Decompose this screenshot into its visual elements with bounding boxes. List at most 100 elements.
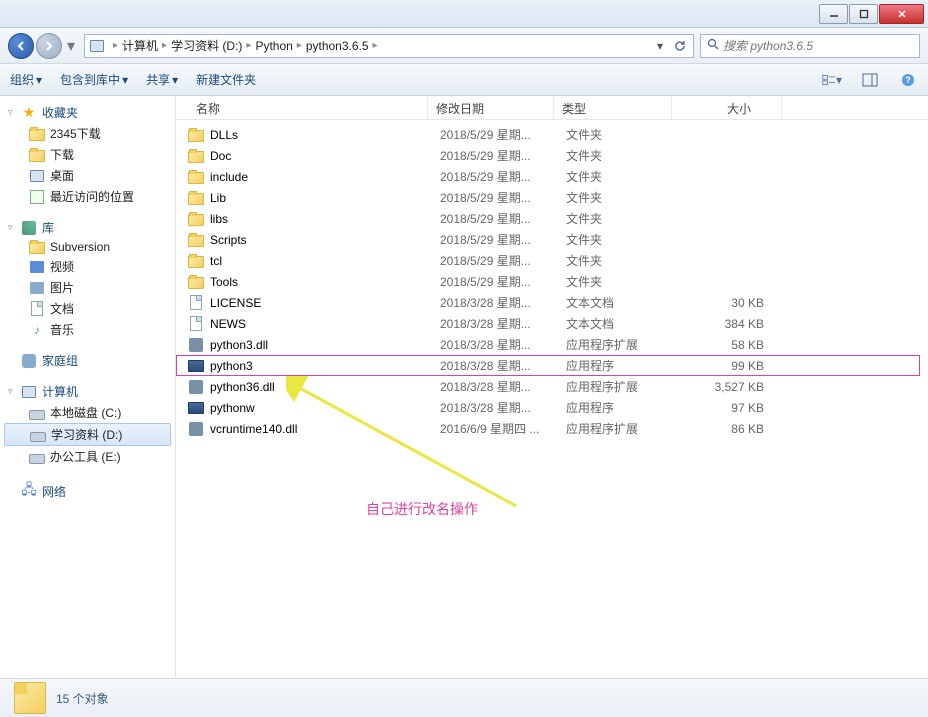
sidebar-item-desktop[interactable]: 桌面 [0, 165, 175, 186]
folder-icon [188, 148, 204, 164]
share-menu[interactable]: 共享 ▾ [146, 71, 178, 88]
column-header-name[interactable]: 名称 [176, 96, 428, 119]
column-header-date[interactable]: 修改日期 [428, 96, 554, 119]
file-row[interactable]: LICENSE2018/3/28 星期...文本文档30 KB [176, 292, 928, 313]
file-row[interactable]: DLLs2018/5/29 星期...文件夹 [176, 124, 928, 145]
nav-history-dropdown[interactable]: ▾ [64, 36, 78, 56]
file-date: 2018/3/28 星期... [440, 399, 566, 416]
folder-icon [28, 128, 46, 140]
title-bar [0, 0, 928, 28]
back-button[interactable] [8, 33, 34, 59]
file-type: 应用程序扩展 [566, 378, 684, 395]
minimize-button[interactable] [819, 4, 848, 24]
folder-icon [188, 211, 204, 227]
file-name: Tools [210, 275, 238, 289]
sidebar-favorites[interactable]: ▿★收藏夹 [0, 102, 175, 123]
desktop-icon [28, 170, 46, 182]
sidebar-item-music[interactable]: ♪音乐 [0, 319, 175, 340]
sidebar-item-drive-c[interactable]: 本地磁盘 (C:) [0, 402, 175, 423]
file-row[interactable]: python3.dll2018/3/28 星期...应用程序扩展58 KB [176, 334, 928, 355]
maximize-button[interactable] [849, 4, 878, 24]
sidebar-homegroup[interactable]: 家庭组 [0, 350, 175, 371]
computer-icon [20, 386, 38, 398]
new-folder-button[interactable]: 新建文件夹 [196, 71, 256, 88]
include-in-library-menu[interactable]: 包含到库中 ▾ [60, 71, 128, 88]
file-row[interactable]: libs2018/5/29 星期...文件夹 [176, 208, 928, 229]
chevron-right-icon: ▸ [297, 40, 302, 51]
file-size: 384 KB [684, 317, 794, 331]
folder-icon [188, 127, 204, 143]
nav-buttons: ▾ [8, 33, 78, 59]
file-row[interactable]: python36.dll2018/3/28 星期...应用程序扩展3,527 K… [176, 376, 928, 397]
file-name: NEWS [210, 317, 246, 331]
search-box[interactable] [700, 34, 920, 58]
help-button[interactable]: ? [898, 70, 918, 90]
library-icon [20, 221, 38, 235]
refresh-button[interactable] [671, 36, 689, 56]
file-row[interactable]: vcruntime140.dll2016/6/9 星期四 ...应用程序扩展86… [176, 418, 928, 439]
breadcrumb-item[interactable]: python3.6.5 [306, 39, 369, 53]
file-date: 2018/3/28 星期... [440, 294, 566, 311]
file-row[interactable]: Scripts2018/5/29 星期...文件夹 [176, 229, 928, 250]
search-input[interactable] [723, 39, 913, 53]
file-type: 文件夹 [566, 168, 684, 185]
sidebar-item-drive-d[interactable]: 学习资料 (D:) [4, 423, 171, 446]
folder-icon [28, 241, 46, 253]
file-row[interactable]: NEWS2018/3/28 星期...文本文档384 KB [176, 313, 928, 334]
breadcrumb-item[interactable]: Python [255, 39, 292, 53]
file-type: 应用程序 [566, 357, 684, 374]
file-row[interactable]: Lib2018/5/29 星期...文件夹 [176, 187, 928, 208]
view-options-button[interactable]: ▾ [822, 70, 842, 90]
file-row[interactable]: tcl2018/5/29 星期...文件夹 [176, 250, 928, 271]
file-row[interactable]: Tools2018/5/29 星期...文件夹 [176, 271, 928, 292]
sidebar-item-subversion[interactable]: Subversion [0, 238, 175, 256]
file-size: 58 KB [684, 338, 794, 352]
picture-icon [28, 282, 46, 294]
file-name: pythonw [210, 401, 255, 415]
breadcrumb-item[interactable]: 计算机 [122, 37, 158, 54]
sidebar-item-2345download[interactable]: 2345下载 [0, 123, 175, 144]
preview-pane-button[interactable] [860, 70, 880, 90]
drive-icon [29, 430, 47, 440]
sidebar-item-drive-e[interactable]: 办公工具 (E:) [0, 446, 175, 467]
file-date: 2018/5/29 星期... [440, 147, 566, 164]
file-row[interactable]: include2018/5/29 星期...文件夹 [176, 166, 928, 187]
address-row: ▾ ▸ 计算机 ▸ 学习资料 (D:) ▸ Python ▸ python3.6… [0, 28, 928, 64]
computer-icon [89, 38, 105, 54]
sidebar-item-recent[interactable]: 最近访问的位置 [0, 186, 175, 207]
file-row[interactable]: python32018/3/28 星期...应用程序99 KB [176, 355, 920, 376]
collapse-icon: ▿ [8, 386, 20, 397]
breadcrumb[interactable]: ▸ 计算机 ▸ 学习资料 (D:) ▸ Python ▸ python3.6.5… [84, 34, 694, 58]
chevron-right-icon: ▸ [373, 40, 378, 51]
chevron-down-icon: ▾ [172, 73, 178, 87]
file-row[interactable]: Doc2018/5/29 星期...文件夹 [176, 145, 928, 166]
file-name: include [210, 170, 248, 184]
file-name: python3 [210, 359, 253, 373]
sidebar-network[interactable]: 🖧网络 [0, 477, 175, 505]
column-header-size[interactable]: 大小 [672, 96, 782, 119]
file-type: 应用程序扩展 [566, 420, 684, 437]
close-button[interactable] [879, 4, 924, 24]
organize-menu[interactable]: 组织 ▾ [10, 71, 42, 88]
folder-icon [188, 274, 204, 290]
sidebar-item-downloads[interactable]: 下载 [0, 144, 175, 165]
sidebar-computer[interactable]: ▿计算机 [0, 381, 175, 402]
forward-button[interactable] [36, 33, 62, 59]
file-date: 2018/5/29 星期... [440, 126, 566, 143]
breadcrumb-dropdown[interactable]: ▾ [651, 36, 669, 56]
file-date: 2018/3/28 星期... [440, 357, 566, 374]
sidebar-item-videos[interactable]: 视频 [0, 256, 175, 277]
file-row[interactable]: pythonw2018/3/28 星期...应用程序97 KB [176, 397, 928, 418]
file-type: 文本文档 [566, 315, 684, 332]
sidebar-item-documents[interactable]: 文档 [0, 298, 175, 319]
column-header-type[interactable]: 类型 [554, 96, 672, 119]
breadcrumb-item[interactable]: 学习资料 (D:) [171, 37, 242, 54]
sidebar-item-pictures[interactable]: 图片 [0, 277, 175, 298]
collapse-icon: ▿ [8, 107, 20, 118]
content-pane: 名称 修改日期 类型 大小 DLLs2018/5/29 星期...文件夹Doc2… [176, 96, 928, 678]
chevron-right-icon: ▸ [246, 40, 251, 51]
sidebar-libraries[interactable]: ▿库 [0, 217, 175, 238]
file-type: 文本文档 [566, 294, 684, 311]
music-icon: ♪ [28, 323, 46, 337]
file-type: 文件夹 [566, 210, 684, 227]
